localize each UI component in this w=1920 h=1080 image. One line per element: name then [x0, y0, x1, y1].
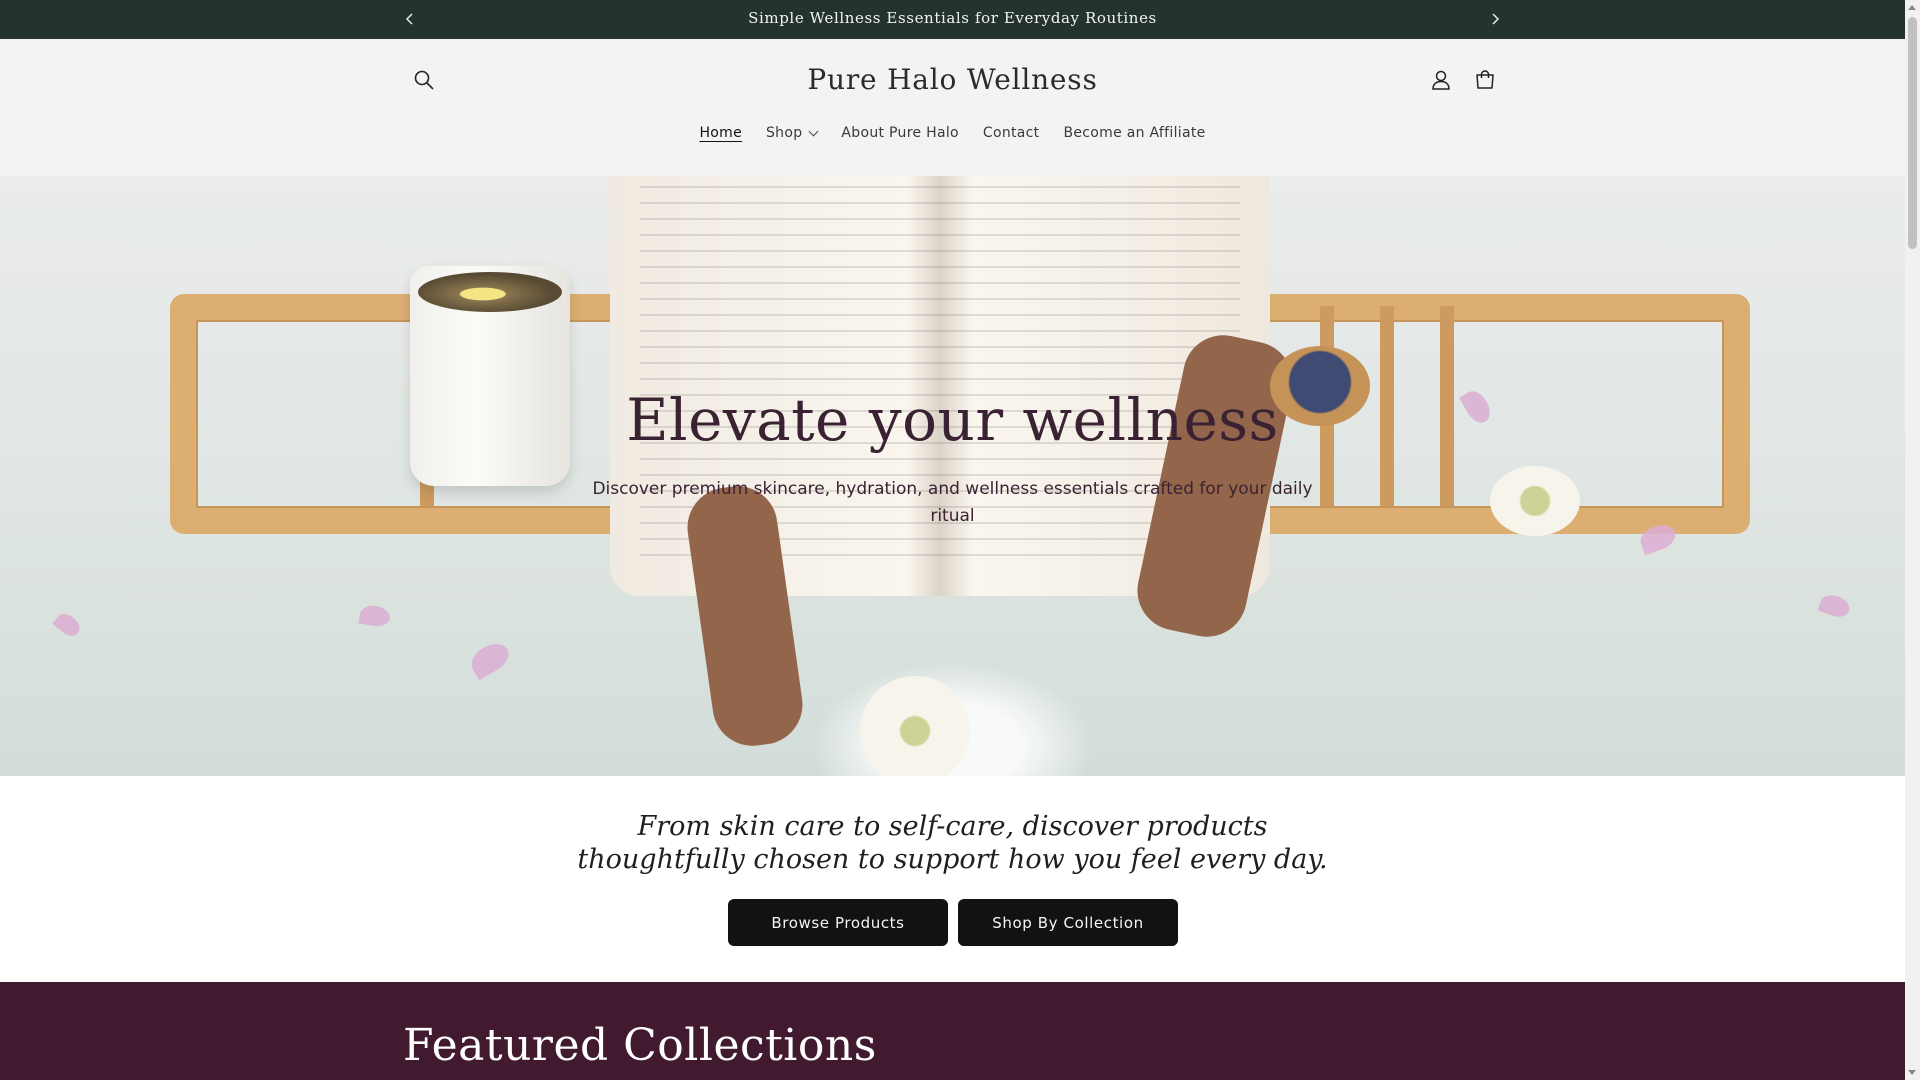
browse-products-button[interactable]: Browse Products [728, 899, 948, 946]
scroll-down-arrow-icon[interactable] [1908, 1070, 1916, 1075]
announcement-next-button[interactable] [1482, 6, 1508, 32]
cart-button[interactable] [1465, 60, 1505, 100]
featured-collections-title: Featured Collections [403, 1020, 877, 1071]
cart-icon [1476, 70, 1494, 89]
nav-item-affiliate[interactable]: Become an Affiliate [1063, 121, 1205, 145]
chevron-right-icon [1492, 13, 1500, 25]
hero-banner: Elevate your wellness Discover premium s… [0, 176, 1905, 776]
nav-item-label: About Pure Halo [841, 125, 959, 141]
hero-title: Elevate your wellness [626, 386, 1279, 454]
page: Simple Wellness Essentials for Everyday … [0, 0, 1905, 1080]
featured-collections-section: Featured Collections [0, 982, 1905, 1080]
site-logo[interactable]: Pure Halo Wellness [0, 60, 1905, 100]
account-icon [1432, 70, 1450, 90]
nav-item-label: Contact [982, 125, 1040, 141]
nav-item-about[interactable]: About Pure Halo [841, 121, 958, 145]
nav-item-shop[interactable]: Shop [765, 121, 819, 145]
nav-item-label: Become an Affiliate [1063, 125, 1206, 141]
site-header: Pure Halo Wellness Home Shop About Pure … [0, 39, 1905, 176]
scrollbar-thumb[interactable] [1908, 17, 1917, 249]
hero-subtitle: Discover premium skincare, hydration, an… [592, 479, 1313, 526]
intro-tagline: From skin care to self-care, discover pr… [577, 811, 1328, 875]
announcement-bar: Simple Wellness Essentials for Everyday … [0, 0, 1905, 39]
scroll-up-arrow-icon[interactable] [1908, 5, 1916, 10]
announcement-text: Simple Wellness Essentials for Everyday … [748, 9, 1157, 27]
nav-item-label: Home [699, 125, 742, 141]
main-nav: Home Shop About Pure Halo Contact Become… [0, 121, 1905, 145]
account-button[interactable] [1421, 60, 1461, 100]
nav-item-contact[interactable]: Contact [983, 121, 1040, 145]
chevron-down-icon [808, 126, 819, 136]
nav-item-home[interactable]: Home [699, 121, 742, 145]
nav-item-label: Shop [765, 125, 803, 141]
page-scrollbar[interactable] [1905, 0, 1920, 1080]
shop-by-collection-button[interactable]: Shop By Collection [958, 899, 1178, 946]
